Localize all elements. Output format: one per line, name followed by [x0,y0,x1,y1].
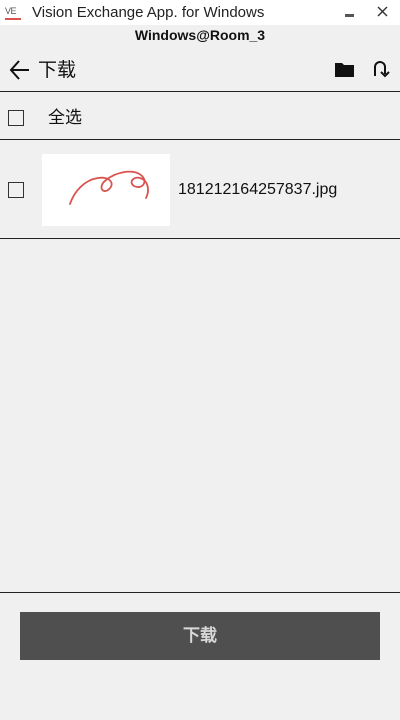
minimize-icon [345,14,354,17]
file-name: 181212164257837.jpg [178,181,338,198]
app-logo-underline [5,18,21,20]
select-all-checkbox[interactable] [8,110,24,126]
close-button[interactable] [368,0,398,25]
folder-button[interactable] [333,58,357,82]
file-checkbox[interactable] [8,182,24,198]
arrow-left-icon [9,60,29,80]
window-title: Vision Exchange App. for Windows [32,4,265,21]
file-thumbnail[interactable] [42,154,170,226]
page-title: 下载 [38,59,77,81]
close-icon [377,6,388,17]
minimize-button[interactable] [334,0,364,25]
window-subtitle: Windows@Room_3 [134,27,266,43]
footer-divider [0,592,400,593]
header-divider [0,91,400,92]
app-logo: VE [5,5,21,20]
file-list-divider [0,238,400,239]
refresh-button[interactable] [368,58,392,82]
refresh-icon [374,61,390,78]
app-logo-text: VE [5,6,17,16]
folder-icon [335,63,354,77]
handwritten-scribble-thumbnail [69,170,149,205]
download-button[interactable]: 下载 [20,612,380,660]
select-all-divider [0,139,400,140]
back-button[interactable] [8,58,32,82]
select-all-label: 全选 [48,108,82,128]
